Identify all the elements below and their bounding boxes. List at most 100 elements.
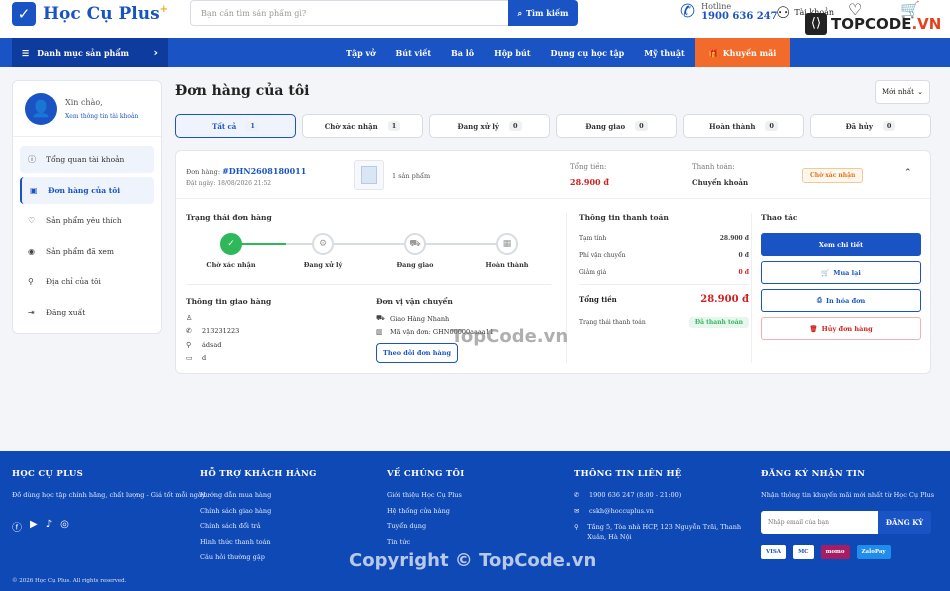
status-badge: Chờ xác nhận — [802, 168, 864, 183]
search-input[interactable] — [190, 0, 508, 26]
step-shipping: ⛟ Đang giao — [375, 233, 455, 269]
view-detail-button[interactable]: Xem chi tiết — [761, 233, 921, 256]
sidebar-item-label: Tổng quan tài khoản — [46, 155, 125, 164]
sidebar-item-orders[interactable]: ▣ Đơn hàng của tôi — [20, 176, 154, 204]
buy-again-label: Mua lại — [833, 268, 861, 277]
footer-link[interactable]: Hệ thống cửa hàng — [387, 507, 465, 523]
nav-item-tap-vo[interactable]: Tập vở — [336, 38, 386, 67]
sidebar-item-viewed[interactable]: ◉ Sản phẩm đã xem — [20, 238, 154, 265]
tab-completed[interactable]: Hoàn thành 0 — [683, 114, 804, 138]
sidebar-item-address[interactable]: ⚲ Địa chỉ của tôi — [20, 268, 154, 295]
visa-logo: VISA — [761, 544, 787, 559]
footer-brand-title: HỌC CỤ PLUS — [12, 469, 84, 479]
discount-row: Giảm giá 0 đ — [579, 269, 749, 276]
nav-item-my-thuat[interactable]: Mỹ thuật — [634, 38, 695, 67]
search-icon: ⌕ — [517, 7, 523, 18]
footer-link[interactable]: Hình thức thanh toán — [200, 538, 317, 554]
divider — [579, 284, 749, 285]
footer-link[interactable]: Câu hỏi thường gặp — [200, 553, 317, 569]
phone-icon: ✆ — [680, 1, 696, 22]
search-button[interactable]: ⌕ Tìm kiếm — [508, 0, 578, 26]
tab-shipping[interactable]: Đang giao 0 — [556, 114, 677, 138]
subtotal-value: 28.900 đ — [719, 235, 749, 242]
nav-item-hop-but[interactable]: Hộp bút — [484, 38, 540, 67]
order-date: Đặt ngày: 18/08/2026 21:52 — [186, 180, 272, 187]
page-title: Đơn hàng của tôi — [175, 83, 310, 99]
footer-newsletter: ĐĂNG KÝ NHẬN TIN Nhận thông tin khuyến m… — [761, 469, 934, 559]
nav-item-promo[interactable]: 🎁 Khuyến mãi — [694, 38, 791, 67]
product-count: 1 sản phẩm — [392, 172, 431, 180]
subtotal-label: Tạm tính — [579, 235, 607, 242]
nav-item-dung-cu[interactable]: Dụng cụ học tập — [541, 38, 635, 67]
shipping-fee-label: Phí vận chuyển — [579, 252, 626, 259]
zalopay-logo: ZaloPay — [856, 544, 891, 559]
payment-method: Chuyển khoản — [692, 178, 749, 187]
user-card: 👤 Xin chào, Xem thông tin tài khoản — [13, 81, 161, 137]
tab-processing[interactable]: Đang xử lý 0 — [429, 114, 550, 138]
total-label: Tổng tiền: — [570, 163, 607, 171]
payment-methods: VISA MC momo ZaloPay — [761, 544, 934, 559]
tab-label: Đã hủy — [845, 121, 873, 131]
facebook-icon[interactable]: ⓕ — [12, 519, 22, 534]
cancel-order-button[interactable]: 🗑 Hủy đơn hàng — [761, 317, 921, 340]
phone-icon: ✆ — [186, 327, 192, 336]
category-menu-button[interactable]: ☰ Danh mục sản phẩm › — [12, 38, 168, 67]
hotline[interactable]: ✆ Hotline 1900 636 247 — [680, 1, 778, 22]
view-account-link[interactable]: Xem thông tin tài khoản — [65, 113, 138, 120]
watermark-logo: ⟨⟩ TOPCODE.VN — [805, 13, 941, 35]
contact-address: ⚲ Tầng 5, Tòa nhà HCP, 123 Nguyễn Trãi, T… — [574, 522, 744, 543]
footer-link[interactable]: Giới thiệu Học Cụ Plus — [387, 491, 465, 507]
newsletter-subscribe-button[interactable]: ĐĂNG KÝ — [878, 510, 931, 534]
nav-item-but-viet[interactable]: Bút viết — [386, 38, 442, 67]
tab-label: Chờ xác nhận — [324, 121, 378, 131]
print-invoice-button[interactable]: ⎙ In hóa đơn — [761, 289, 921, 312]
product-thumbnail — [354, 160, 384, 190]
order-code: Đơn hàng: #DHN2608180011 — [186, 166, 306, 176]
footer-contact: THÔNG TIN LIÊN HỆ ✆ 1900 636 247 (8:00 - … — [574, 469, 744, 543]
instagram-icon[interactable]: ◎ — [60, 519, 69, 534]
tiktok-icon[interactable]: ♪ — [46, 519, 52, 534]
sidebar-item-logout[interactable]: ⇥ Đăng xuất — [20, 299, 154, 326]
divider — [751, 213, 752, 363]
grand-total-label: Tổng tiền — [579, 295, 617, 304]
logo-text: Học Cụ Plus — [43, 4, 160, 24]
chevron-right-icon: › — [153, 46, 158, 59]
footer-link[interactable]: Chính sách giao hàng — [200, 507, 317, 523]
social-links: ⓕ ▶ ♪ ◎ — [12, 519, 207, 534]
greeting: Xin chào, — [65, 97, 103, 107]
info-icon: ⓘ — [28, 155, 36, 164]
footer-support: HỖ TRỢ KHÁCH HÀNG Hướng dẫn mua hàng Chí… — [200, 469, 317, 569]
footer-brand-desc: Đồ dùng học tập chính hãng, chất lượng -… — [12, 491, 207, 499]
newsletter-desc: Nhận thông tin khuyến mãi mới nhất từ Họ… — [761, 491, 935, 499]
sidebar-item-label: Đơn hàng của tôi — [48, 185, 121, 195]
newsletter-email-input[interactable] — [761, 510, 878, 534]
tab-count: 0 — [508, 121, 522, 131]
payment-label: Thanh toán: — [692, 163, 735, 171]
site-logo[interactable]: ✓ Học Cụ Plus+ — [12, 2, 168, 26]
sidebar-item-wishlist[interactable]: ♡ Sản phẩm yêu thích — [20, 207, 154, 234]
hamburger-icon: ☰ — [22, 47, 30, 58]
contact-address-value: Tầng 5, Tòa nhà HCP, 123 Nguyễn Trãi, Th… — [587, 523, 742, 542]
track-order-button[interactable]: Theo dõi đơn hàng — [376, 343, 458, 363]
tab-all[interactable]: Tất cả 1 — [175, 114, 296, 138]
nav-item-ba-lo[interactable]: Ba lô — [441, 38, 484, 67]
footer-link[interactable]: Tuyển dụng — [387, 522, 465, 538]
contact-phone: ✆ 1900 636 247 (8:00 - 21:00) — [574, 491, 744, 507]
avatar: 👤 — [25, 92, 57, 125]
buy-again-button[interactable]: 🛒 Mua lại — [761, 261, 921, 284]
cart-icon: 🛒 — [821, 268, 830, 277]
youtube-icon[interactable]: ▶ — [30, 519, 38, 534]
tab-cancelled[interactable]: Đã hủy 0 — [810, 114, 931, 138]
discount-value: 0 đ — [738, 269, 749, 276]
sort-select[interactable]: Mới nhất ⌄ — [875, 80, 930, 104]
box-icon: ▦ — [496, 233, 518, 255]
sidebar-item-overview[interactable]: ⓘ Tổng quan tài khoản — [20, 146, 154, 173]
trash-icon: 🗑 — [809, 324, 818, 333]
tab-pending[interactable]: Chờ xác nhận 1 — [302, 114, 423, 138]
ship-phone: ✆ 213231223 — [186, 325, 239, 339]
ship-phone-value: 213231223 — [202, 327, 240, 336]
footer-link[interactable]: Chính sách đổi trả — [200, 522, 317, 538]
chevron-up-icon[interactable]: ⌃ — [904, 168, 912, 178]
order-header[interactable]: Đơn hàng: #DHN2608180011 Đặt ngày: 18/08… — [176, 151, 930, 199]
footer-link[interactable]: Hướng dẫn mua hàng — [200, 491, 317, 507]
